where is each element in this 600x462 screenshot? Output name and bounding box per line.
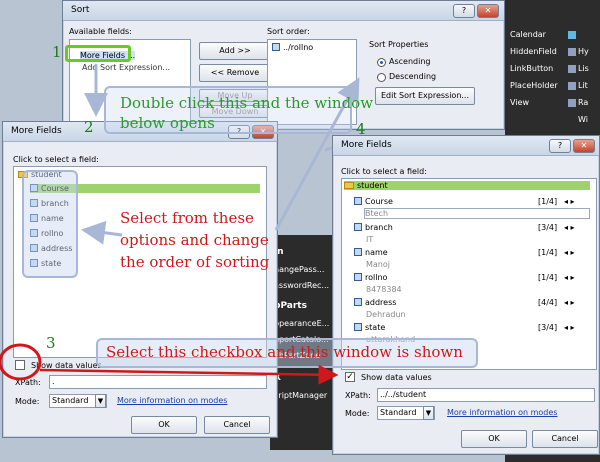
double-click-note: Double click this and the window bbox=[120, 94, 374, 112]
step-number: 3 bbox=[46, 334, 56, 352]
double-click-note: below opens bbox=[120, 114, 215, 132]
checkbox-note: Select this checkbox and this window is … bbox=[106, 343, 463, 361]
arrow-left bbox=[81, 220, 123, 245]
select-options-note: Select from these bbox=[120, 209, 254, 227]
step-number: 2 bbox=[84, 118, 94, 136]
step-number: 1 bbox=[52, 43, 62, 61]
annotation-arrows bbox=[0, 64, 360, 385]
arrow-join bbox=[324, 146, 333, 152]
checkbox-circle bbox=[0, 343, 42, 381]
arrow-right-red bbox=[39, 364, 339, 385]
select-options-note: options and change bbox=[120, 231, 269, 249]
select-options-note: the order of sorting bbox=[120, 253, 270, 271]
step-number: 4 bbox=[356, 120, 366, 138]
